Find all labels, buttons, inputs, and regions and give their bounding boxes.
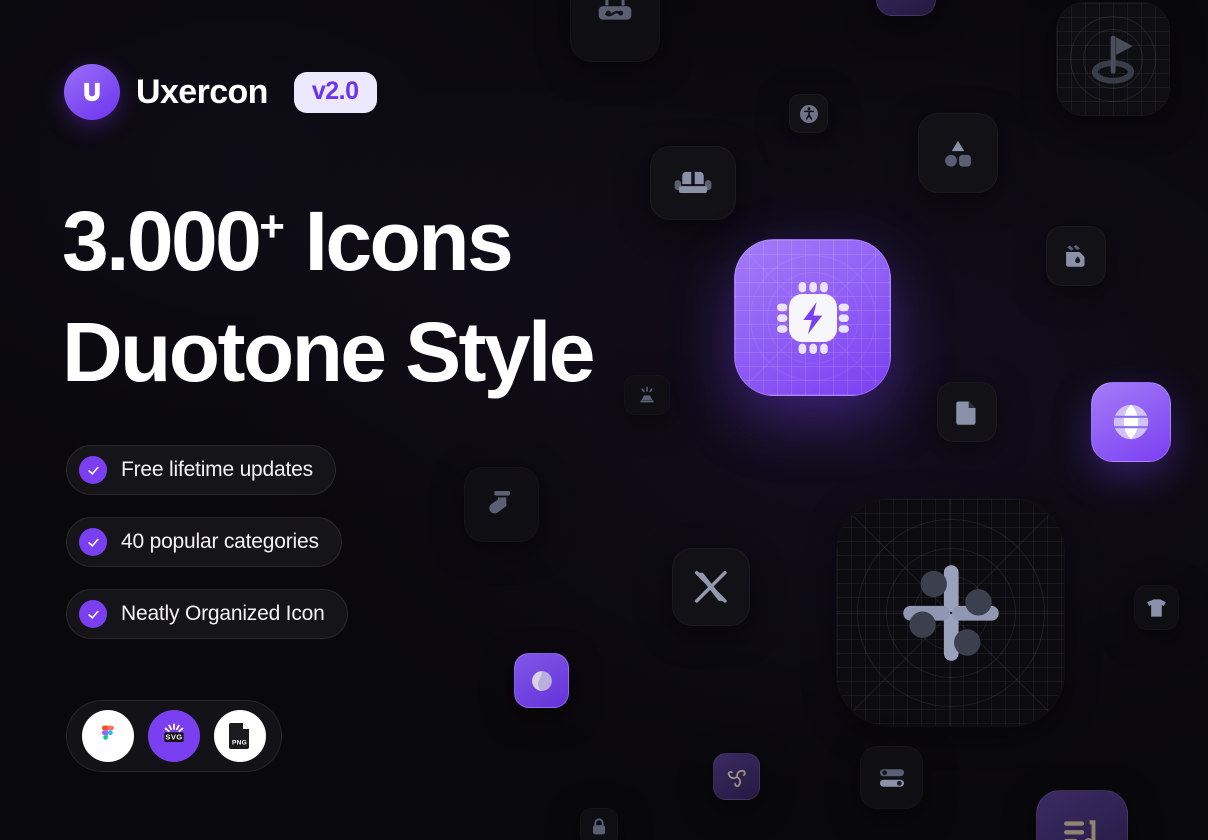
u-glyph — [84, 82, 100, 102]
hero-canvas: Uxercon v2.0 3.000+ Icons Duotone Style … — [0, 0, 1208, 840]
page-title: 3.000+ Icons Duotone Style — [62, 186, 662, 408]
feature-pill-free-lifetime-updates[interactable]: Free lifetime updates — [66, 445, 336, 495]
toggles-glyph — [879, 768, 904, 787]
check-icon — [79, 456, 107, 484]
pinwheel-glyph — [727, 769, 746, 787]
headline-word: Icons — [304, 194, 514, 288]
slack-icon — [836, 498, 1065, 727]
flag-glyph — [1091, 35, 1135, 84]
headline-number: 3.000 — [62, 194, 262, 288]
feature-label: 40 popular categories — [121, 530, 319, 553]
toggles-icon — [860, 746, 923, 809]
headline-line2: Duotone Style — [62, 304, 596, 399]
cpu-power-icon — [734, 239, 891, 396]
feature-pill-neatly-organized-icon[interactable]: Neatly Organized Icon — [66, 589, 348, 639]
uxercon-u-logo-icon[interactable] — [64, 64, 120, 120]
png-icon[interactable]: PNG — [214, 710, 266, 762]
svg-text:PNG: PNG — [232, 740, 247, 747]
png-glyph: PNG — [229, 723, 249, 749]
accessibility-icon — [789, 94, 828, 133]
svg-text:SVG: SVG — [165, 733, 182, 742]
brand-row: Uxercon v2.0 — [64, 64, 377, 120]
fuel-can-icon — [1046, 226, 1106, 286]
feature-label: Neatly Organized Icon — [121, 602, 325, 625]
x-logo-icon — [672, 548, 750, 626]
check-glyph — [87, 466, 99, 475]
feature-pill-40-popular-categories[interactable]: 40 popular categories — [66, 517, 342, 567]
shapes-icon — [918, 113, 998, 193]
sofa-glyph — [674, 171, 712, 193]
accessibility-glyph — [799, 104, 818, 123]
version-badge: v2.0 — [293, 71, 377, 113]
figma-icon[interactable] — [82, 710, 134, 762]
tshirt-icon — [1134, 585, 1179, 630]
svg-icon[interactable]: SVG — [148, 710, 200, 762]
brand-name: Uxercon — [136, 72, 268, 111]
format-badges: SVG PNG — [66, 700, 282, 772]
check-icon — [79, 528, 107, 556]
shapes-glyph — [945, 140, 971, 167]
globe-glyph — [1113, 404, 1149, 440]
slack-glyph — [902, 564, 999, 661]
feature-list: Free lifetime updates 40 popular categor… — [66, 445, 348, 639]
svg-glyph: SVG — [164, 723, 184, 742]
feature-label: Free lifetime updates — [121, 458, 313, 481]
x-logo-glyph — [694, 570, 727, 603]
globe-icon — [1091, 382, 1171, 462]
pinwheel-icon — [713, 753, 760, 800]
sofa-icon — [650, 146, 736, 220]
check-glyph — [87, 538, 99, 547]
check-icon — [79, 600, 107, 628]
document-icon — [937, 382, 997, 442]
document-glyph — [956, 401, 976, 425]
check-glyph — [87, 610, 99, 619]
figma-glyph — [101, 725, 114, 740]
fuel-can-glyph — [1066, 244, 1085, 267]
flag-icon — [1056, 2, 1170, 116]
moon-glyph — [891, 0, 921, 1]
music-note-glyph — [1064, 820, 1096, 840]
cpu-power-glyph — [776, 281, 849, 354]
hero-content: Uxercon v2.0 3.000+ Icons Duotone Style … — [0, 0, 660, 840]
headline-superscript: + — [259, 202, 285, 251]
music-note-icon — [1036, 790, 1128, 840]
moon-icon — [876, 0, 936, 16]
tshirt-glyph — [1146, 598, 1166, 617]
